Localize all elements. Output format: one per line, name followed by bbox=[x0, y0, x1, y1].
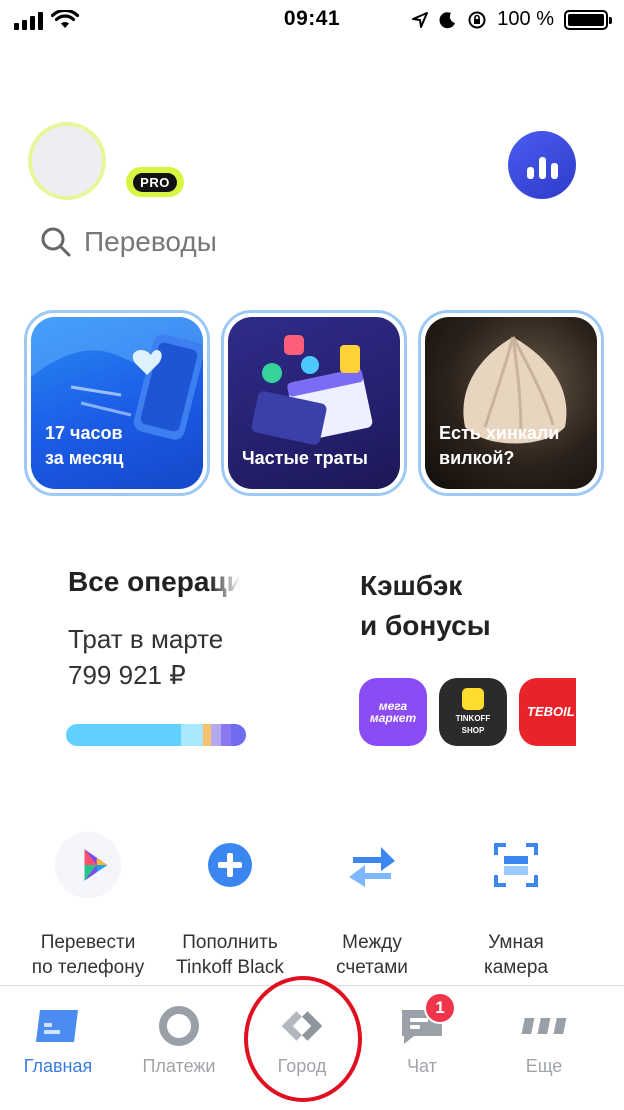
story-card-hours[interactable]: 17 часов за месяц bbox=[24, 310, 210, 496]
partner-megamarket[interactable]: мега маркет bbox=[359, 678, 427, 746]
tab-more[interactable]: Еще bbox=[484, 1006, 604, 1077]
moon-icon bbox=[439, 11, 456, 28]
story-line: за месяц bbox=[45, 448, 124, 468]
home-card-icon bbox=[36, 1010, 78, 1042]
story-line: 17 часов bbox=[45, 423, 123, 443]
battery-icon bbox=[564, 9, 612, 30]
quick-action-label: Перевести bbox=[40, 932, 136, 953]
more-dots-icon bbox=[521, 1018, 567, 1034]
quick-action-label: Умная bbox=[488, 932, 544, 953]
location-arrow-icon bbox=[412, 11, 429, 28]
spending-month-label: Трат в марте bbox=[68, 624, 224, 654]
tab-label: Чат bbox=[407, 1056, 437, 1076]
quick-action-label: Tinkoff Black bbox=[176, 957, 284, 978]
quick-action-label: счетами bbox=[336, 957, 408, 978]
pro-badge-label: PRO bbox=[133, 172, 177, 192]
operations-title: Все операции bbox=[68, 566, 240, 598]
spending-category-bar bbox=[66, 724, 246, 746]
cashback-title-line: и бонусы bbox=[360, 610, 491, 641]
quick-action-phone-transfer[interactable]: Перевести по телефону bbox=[13, 830, 163, 980]
tab-city[interactable]: Город bbox=[242, 1006, 362, 1077]
tab-label: Главная bbox=[23, 1056, 93, 1076]
analytics-button[interactable] bbox=[508, 131, 576, 199]
battery-percent: 100 % bbox=[497, 8, 554, 30]
search-icon bbox=[41, 227, 71, 257]
quick-action-topup[interactable]: Пополнить Tinkoff Black bbox=[155, 830, 305, 980]
search-placeholder: Переводы bbox=[84, 226, 217, 257]
plus-circle-icon bbox=[208, 843, 252, 887]
city-diamond-icon bbox=[281, 1011, 323, 1041]
partner-logo-text: TINKOFF SHOP bbox=[455, 713, 491, 735]
partner-logo-text: TEBOIL bbox=[527, 704, 575, 719]
tinkoff-shield-icon bbox=[462, 687, 484, 710]
partner-teboil[interactable]: TEBOIL bbox=[519, 678, 576, 746]
camera-scan-icon bbox=[494, 843, 538, 887]
tab-label: Платежи bbox=[142, 1056, 216, 1076]
quick-action-between-accounts[interactable]: Между счетами bbox=[297, 830, 447, 980]
story-line: Частые траты bbox=[242, 448, 368, 468]
status-bar: 09:41 100 % bbox=[0, 0, 624, 40]
swap-arrows-icon bbox=[349, 847, 395, 887]
story-card-khinkali[interactable]: Есть хинкали вилкой? bbox=[418, 310, 604, 496]
quick-action-label: камера bbox=[483, 957, 549, 978]
partner-logo-text: мега маркет bbox=[369, 699, 417, 725]
chat-unread-badge: 1 bbox=[424, 992, 456, 1024]
bar-chart-icon bbox=[526, 167, 534, 179]
story-line: Есть хинкали bbox=[439, 423, 560, 443]
phone-transfer-icon bbox=[54, 831, 122, 899]
quick-action-label: Пополнить bbox=[182, 932, 278, 953]
quick-action-label: по телефону bbox=[31, 957, 145, 978]
search-bar[interactable]: Переводы bbox=[40, 226, 217, 258]
partner-tinkoff-shop[interactable]: TINKOFF SHOP bbox=[439, 678, 507, 746]
quick-action-label: Между bbox=[342, 932, 402, 953]
tab-label: Еще bbox=[525, 1056, 563, 1076]
payments-circle-icon bbox=[159, 1006, 199, 1046]
quick-action-smart-camera[interactable]: Умная камера bbox=[441, 830, 591, 980]
tab-home[interactable]: Главная bbox=[0, 1006, 118, 1077]
bottom-tab-bar: Главная Платежи Город 1 Чат Еще bbox=[0, 985, 624, 1110]
tab-label: Город bbox=[277, 1056, 327, 1076]
cashback-title-line: Кэшбэк bbox=[360, 570, 463, 601]
story-line: вилкой? bbox=[439, 448, 515, 468]
pro-badge[interactable]: PRO bbox=[126, 167, 184, 197]
rotation-lock-icon bbox=[468, 11, 486, 28]
tab-payments[interactable]: Платежи bbox=[119, 1006, 239, 1077]
story-card-frequent-spending[interactable]: Частые траты bbox=[221, 310, 407, 496]
profile-avatar[interactable] bbox=[28, 122, 106, 200]
tab-chat[interactable]: 1 Чат bbox=[362, 992, 482, 1077]
spending-amount: 799 921 ₽ bbox=[68, 660, 186, 690]
